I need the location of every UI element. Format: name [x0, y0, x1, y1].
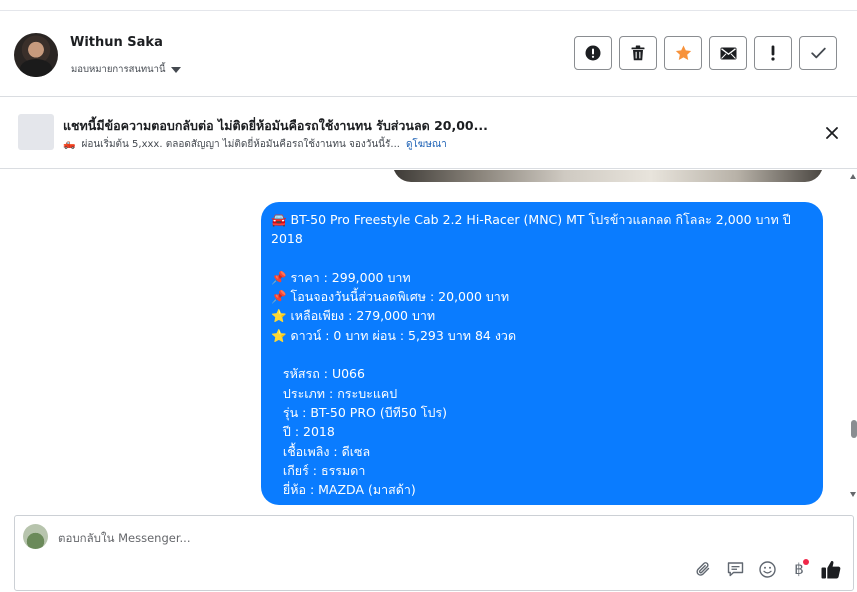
message-line: [271, 345, 813, 364]
notification-dot: [803, 559, 809, 565]
message-line: ⭐ ดาวน์ : 0 บาท ผ่อน : 5,293 บาท 84 งวด: [271, 327, 517, 343]
check-icon: [810, 47, 826, 59]
message-line: ⭐ เหลือเพียง : 279,000 บาท: [271, 308, 436, 324]
message-line: 📌 โอนจองวันนี้ส่วนลดพิเศษ : 20,000 บาท: [271, 289, 510, 305]
done-button[interactable]: [799, 36, 837, 70]
scroll-up-arrow-icon[interactable]: [850, 174, 856, 179]
message-line: ปี : 2018: [271, 424, 335, 440]
star-icon: [675, 45, 691, 61]
scroll-thumb[interactable]: [851, 420, 857, 438]
message-line: เชื้อเพลิง : ดีเซล: [271, 443, 371, 459]
reply-composer: ฿: [14, 515, 854, 591]
paperclip-icon: [696, 562, 710, 576]
delete-button[interactable]: [619, 36, 657, 70]
like-button[interactable]: [821, 559, 841, 579]
ad-context-banner: แชทนี้มีข้อความตอบกลับต่อ ไม่ติดยี่ห้อมั…: [0, 98, 857, 169]
close-icon: [826, 127, 838, 139]
message-line: รุ่น : BT-50 PRO (บีที50 โปร): [271, 404, 447, 420]
previous-image-attachment[interactable]: [393, 170, 823, 182]
avatar[interactable]: [14, 33, 58, 77]
message-line: รหัสรถ : U066: [271, 366, 365, 382]
contact-name[interactable]: Withun Saka: [70, 35, 163, 50]
message-line: ยี่ห้อ : MAZDA (มาสด้า): [271, 482, 416, 498]
composer-tools: ฿: [693, 559, 841, 579]
reply-input[interactable]: [58, 528, 658, 548]
emoji-icon: [758, 560, 776, 578]
trash-icon: [631, 45, 645, 61]
spam-button[interactable]: [574, 36, 612, 70]
message-thread[interactable]: 🚘 BT-50 Pro Freestyle Cab 2.2 Hi-Racer (…: [0, 170, 857, 510]
assign-conversation-dropdown[interactable]: มอบหมายการสนทนานี้: [71, 62, 181, 77]
caret-down-icon: [170, 66, 181, 73]
message-line: [271, 249, 813, 268]
message-line: 🚘 BT-50 Pro Freestyle Cab 2.2 Hi-Racer (…: [271, 212, 791, 227]
exclamation-circle-icon: [585, 45, 601, 61]
mark-unread-button[interactable]: [709, 36, 747, 70]
outgoing-message-bubble[interactable]: 🚘 BT-50 Pro Freestyle Cab 2.2 Hi-Racer (…: [261, 202, 823, 505]
star-button[interactable]: [664, 36, 702, 70]
message-line: 2018: [271, 231, 303, 247]
exclamation-icon: [771, 45, 775, 61]
emoji-button[interactable]: [757, 559, 777, 579]
pickup-truck-icon: 🛻: [63, 139, 76, 150]
saved-reply-button[interactable]: [725, 559, 745, 579]
close-banner-button[interactable]: [823, 124, 841, 142]
page-avatar: [23, 524, 48, 549]
message-line: 📌 ราคา : 299,000 บาท: [271, 269, 411, 285]
envelope-icon: [720, 47, 736, 59]
ad-subtitle-row: 🛻 ผ่อนเริ่มต้น 5,xxx. ตลอดสัญญา ไม่ติดยี…: [63, 137, 447, 152]
ad-title: แชทนี้มีข้อความตอบกลับต่อ ไม่ติดยี่ห้อมั…: [63, 118, 488, 133]
saved-reply-icon: [727, 562, 743, 577]
ad-subtitle: ผ่อนเริ่มต้น 5,xxx. ตลอดสัญญา ไม่ติดยี่ห…: [81, 139, 400, 150]
ad-thumbnail[interactable]: [18, 114, 54, 150]
message-line: ประเภท : กระบะแคป: [271, 385, 398, 401]
thread-scrollbar[interactable]: [849, 170, 857, 510]
view-ad-link[interactable]: ดูโฆษณา: [406, 137, 447, 152]
message-line: เกียร์ : ธรรมดา: [271, 462, 366, 478]
thumbs-up-icon: [821, 560, 841, 578]
attach-button[interactable]: [693, 559, 713, 579]
follow-up-button[interactable]: [754, 36, 792, 70]
payment-button[interactable]: ฿: [789, 559, 809, 579]
assign-label: มอบหมายการสนทนานี้: [71, 64, 166, 75]
conversation-header: Withun Saka มอบหมายการสนทนานี้: [0, 11, 857, 97]
header-actions: [574, 36, 837, 70]
scroll-down-arrow-icon[interactable]: [850, 492, 856, 497]
